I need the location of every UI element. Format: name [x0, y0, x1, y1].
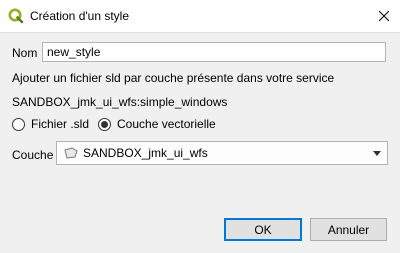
radio-label-fichier-sld: Fichier .sld: [31, 117, 90, 131]
radio-button-checked[interactable]: [98, 117, 111, 131]
name-label: Nom: [12, 46, 38, 60]
radio-fichier-sld[interactable]: Fichier .sld: [12, 117, 89, 131]
window-title: Création d'un style: [30, 9, 130, 23]
info-text: Ajouter un fichier sld par couche présen…: [12, 71, 335, 85]
ok-button[interactable]: OK: [224, 218, 302, 241]
couche-select[interactable]: SANDBOX_jmk_ui_wfs: [56, 141, 388, 165]
name-input[interactable]: [42, 42, 386, 62]
couche-selected-value: SANDBOX_jmk_ui_wfs: [83, 146, 208, 160]
qgis-icon: [8, 8, 24, 24]
couche-label: Couche: [12, 148, 54, 162]
close-icon: [379, 11, 389, 21]
radio-couche-vectorielle[interactable]: Couche vectorielle: [98, 117, 216, 131]
close-button[interactable]: [368, 0, 400, 32]
chevron-down-icon: [373, 151, 381, 156]
polygon-layer-icon: [64, 147, 78, 159]
radio-button-unchecked[interactable]: [12, 117, 25, 131]
cancel-button[interactable]: Annuler: [310, 218, 387, 241]
radio-label-couche-vectorielle: Couche vectorielle: [117, 117, 216, 131]
layer-reference: SANDBOX_jmk_ui_wfs:simple_windows: [12, 95, 228, 109]
title-bar: Création d'un style: [0, 0, 400, 33]
